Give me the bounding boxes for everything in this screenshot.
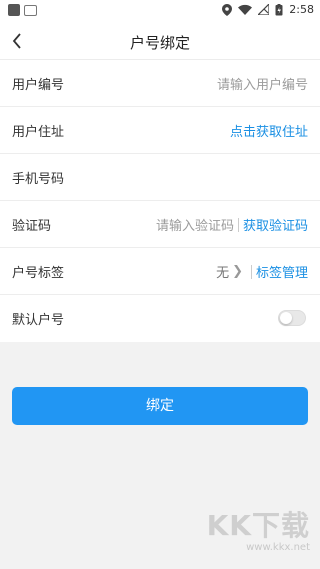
clock-text: 2:58 [289,3,314,16]
newspaper-icon [24,4,37,16]
toggle-knob [280,312,292,324]
watermark-brand: KK下载 [206,509,310,542]
phone-label: 手机号码 [12,172,65,187]
tag-value[interactable]: 无 [216,262,229,281]
code-row: 验证码 请输入验证码 获取验证码 [0,201,320,248]
code-input[interactable]: 请输入验证码 [156,215,234,234]
default-row: 默认户号 [0,295,320,342]
default-toggle[interactable] [278,310,306,326]
wifi-icon [238,4,253,15]
no-signal-icon [258,4,270,15]
chevron-right-icon: ❯ [232,264,243,279]
get-address-link[interactable]: 点击获取住址 [230,121,308,140]
get-code-button[interactable]: 获取验证码 [243,215,308,234]
default-label: 默认户号 [12,313,65,328]
address-row: 用户住址 点击获取住址 [0,107,320,154]
binding-form: 用户编号 请输入用户编号 用户住址 点击获取住址 手机号码 验证码 请输入验证码… [0,60,320,342]
user-id-label: 用户编号 [12,78,65,93]
page-title: 户号绑定 [129,34,190,52]
phone-input[interactable] [120,168,308,186]
bind-button[interactable]: 绑定 [12,387,308,425]
divider [250,264,252,279]
tag-manage-link[interactable]: 标签管理 [256,262,308,281]
tag-row: 户号标签 无 ❯ 标签管理 [0,248,320,295]
notification-icon [8,4,20,16]
phone-row: 手机号码 [0,154,320,201]
divider [237,217,239,232]
code-label: 验证码 [12,219,52,234]
battery-charging-icon [275,3,283,15]
tag-label: 户号标签 [12,266,65,281]
address-label: 用户住址 [12,125,65,140]
code-controls: 请输入验证码 获取验证码 [156,215,308,234]
top-nav: 户号绑定 [0,22,320,60]
status-bar: 2:58 [0,0,320,22]
watermark: KK下载 www.kkx.net [207,504,310,553]
tag-controls: 无 ❯ 标签管理 [216,262,308,281]
user-id-input[interactable]: 请输入用户编号 [217,74,308,93]
user-id-row: 用户编号 请输入用户编号 [0,60,320,107]
location-icon [222,3,233,16]
